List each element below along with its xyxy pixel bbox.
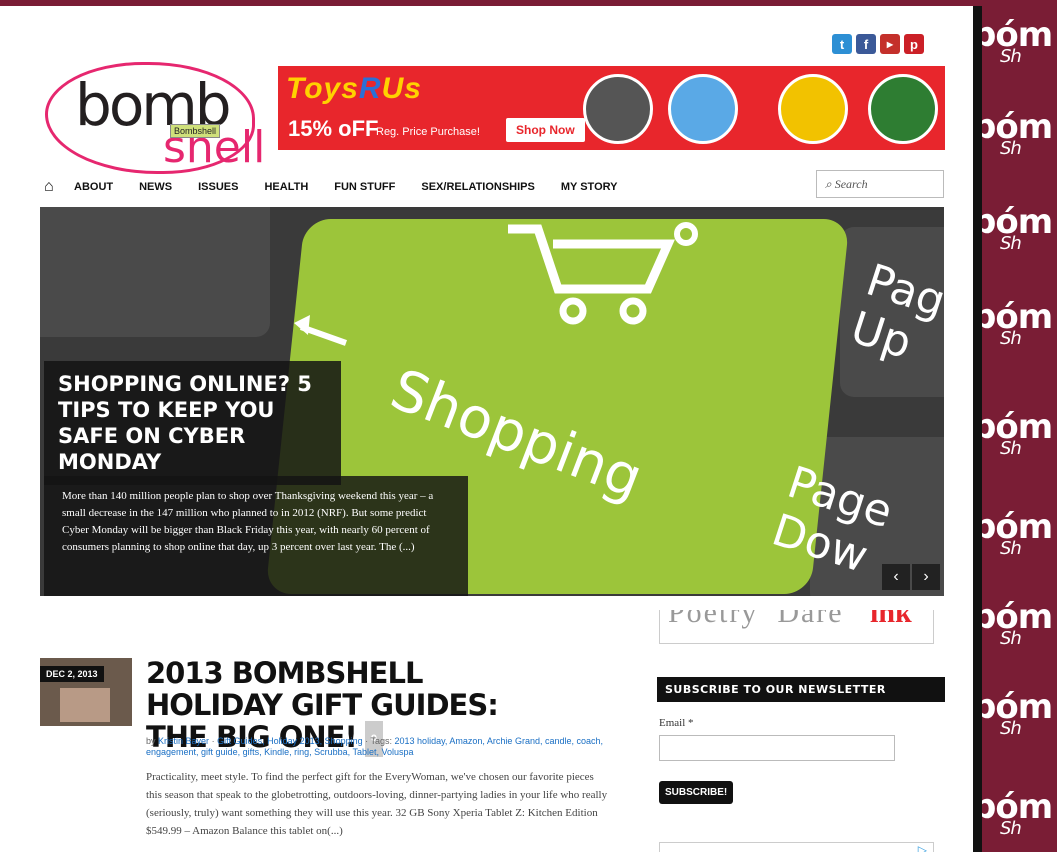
featured-slider[interactable]: Shopping Pag Up Page Dow SHOPPING ONLINE… xyxy=(40,207,944,596)
post-meta: by Kristin Bayer · Gift Guides, Holiday … xyxy=(146,736,603,757)
sidebar-ad-text: Poetry Dare xyxy=(668,610,844,629)
sidebar-ad-accent: ink xyxy=(870,610,912,629)
email-label: Email * xyxy=(659,717,694,729)
slider-next-button[interactable]: › xyxy=(912,564,940,590)
keyboard-key xyxy=(40,207,270,337)
site-logo[interactable]: bomb shell Bombshell xyxy=(45,48,275,178)
post-date-badge: DEC 2, 2013 xyxy=(40,666,104,682)
page: bomb shell Bombshell t f ▶ p ToysRUs 15%… xyxy=(0,6,973,852)
slider-prev-button[interactable]: ‹ xyxy=(882,564,910,590)
slide-title[interactable]: SHOPPING ONLINE? 5 TIPS TO KEEP YOU SAFE… xyxy=(44,361,341,485)
pattern-logo: bóm Sh xyxy=(972,597,1053,649)
nav-item-about[interactable]: ABOUT xyxy=(74,181,113,193)
cart-icon xyxy=(508,222,698,325)
post-excerpt: Practicality, meet style. To find the pe… xyxy=(146,771,608,837)
main-nav: ⌂ ABOUT NEWS ISSUES HEALTH FUN STUFF SEX… xyxy=(44,178,644,196)
tags-label: Tags: xyxy=(370,736,393,746)
nav-item-my-story[interactable]: MY STORY xyxy=(561,181,618,193)
ad-toy-image xyxy=(868,74,938,144)
ad-banner[interactable]: ToysRUs 15% oFF Reg. Price Purchase! Sho… xyxy=(278,66,945,150)
post-author-link[interactable]: Kristin Bayer xyxy=(158,736,209,746)
social-links: t f ▶ p xyxy=(832,34,924,54)
ad-toy-image xyxy=(778,74,848,144)
pinterest-icon[interactable]: p xyxy=(904,34,924,54)
ad-shop-now-button[interactable]: Shop Now xyxy=(506,118,585,142)
ad-offer-note: Reg. Price Purchase! xyxy=(376,126,480,138)
background-logo-pattern: bóm Sh bóm Sh bóm Sh bóm Sh bóm Sh bóm Sh bóm S… xyxy=(972,0,1057,852)
post-thumbnail[interactable]: DEC 2, 2013 xyxy=(40,658,132,726)
pattern-logo: bóm Sh xyxy=(972,687,1053,739)
ad-placeholder-box: ▷ xyxy=(659,842,934,852)
search-input[interactable]: ⌕ Search xyxy=(816,170,944,198)
post-categories-link[interactable]: Gift Guides, Holiday 2013, Shopping xyxy=(217,736,363,746)
pattern-logo: bóm Sh xyxy=(972,787,1053,839)
pattern-logo: bóm Sh xyxy=(972,297,1053,349)
adchoices-icon[interactable]: ▷ xyxy=(918,843,927,852)
twitter-icon[interactable]: t xyxy=(832,34,852,54)
newsletter-heading: SUBSCRIBE TO OUR NEWSLETTER xyxy=(657,677,945,702)
sidebar-ad-box: Poetry Dare ink xyxy=(659,610,934,644)
nav-item-health[interactable]: HEALTH xyxy=(264,181,308,193)
youtube-icon[interactable]: ▶ xyxy=(880,34,900,54)
return-arrow-icon xyxy=(294,315,348,346)
pattern-logo: bóm Sh xyxy=(972,507,1053,559)
subscribe-button[interactable]: SUBSCRIBE! xyxy=(659,781,734,804)
email-field[interactable] xyxy=(659,735,895,761)
search-placeholder: Search xyxy=(834,177,868,191)
slide-excerpt: More than 140 million people plan to sho… xyxy=(44,476,468,596)
ad-toy-image xyxy=(668,74,738,144)
nav-item-fun-stuff[interactable]: FUN STUFF xyxy=(334,181,395,193)
thumbnail-image xyxy=(60,688,110,722)
ad-toy-image xyxy=(583,74,653,144)
ad-brand: ToysRUs xyxy=(286,72,422,105)
nav-item-sex-relationships[interactable]: SEX/RELATIONSHIPS xyxy=(421,181,534,193)
pattern-logo: bóm Sh xyxy=(972,15,1053,67)
facebook-icon[interactable]: f xyxy=(856,34,876,54)
pattern-logo: bóm Sh xyxy=(972,407,1053,459)
ad-offer: 15% oFF xyxy=(288,116,379,141)
logo-tag: Bombshell xyxy=(170,124,221,138)
pattern-logo: bóm Sh xyxy=(972,107,1053,159)
pattern-logo: bóm Sh xyxy=(972,202,1053,254)
slider-arrows: ‹ › xyxy=(882,564,940,590)
nav-item-news[interactable]: NEWS xyxy=(139,181,172,193)
nav-item-issues[interactable]: ISSUES xyxy=(198,181,238,193)
home-icon[interactable]: ⌂ xyxy=(44,178,74,196)
